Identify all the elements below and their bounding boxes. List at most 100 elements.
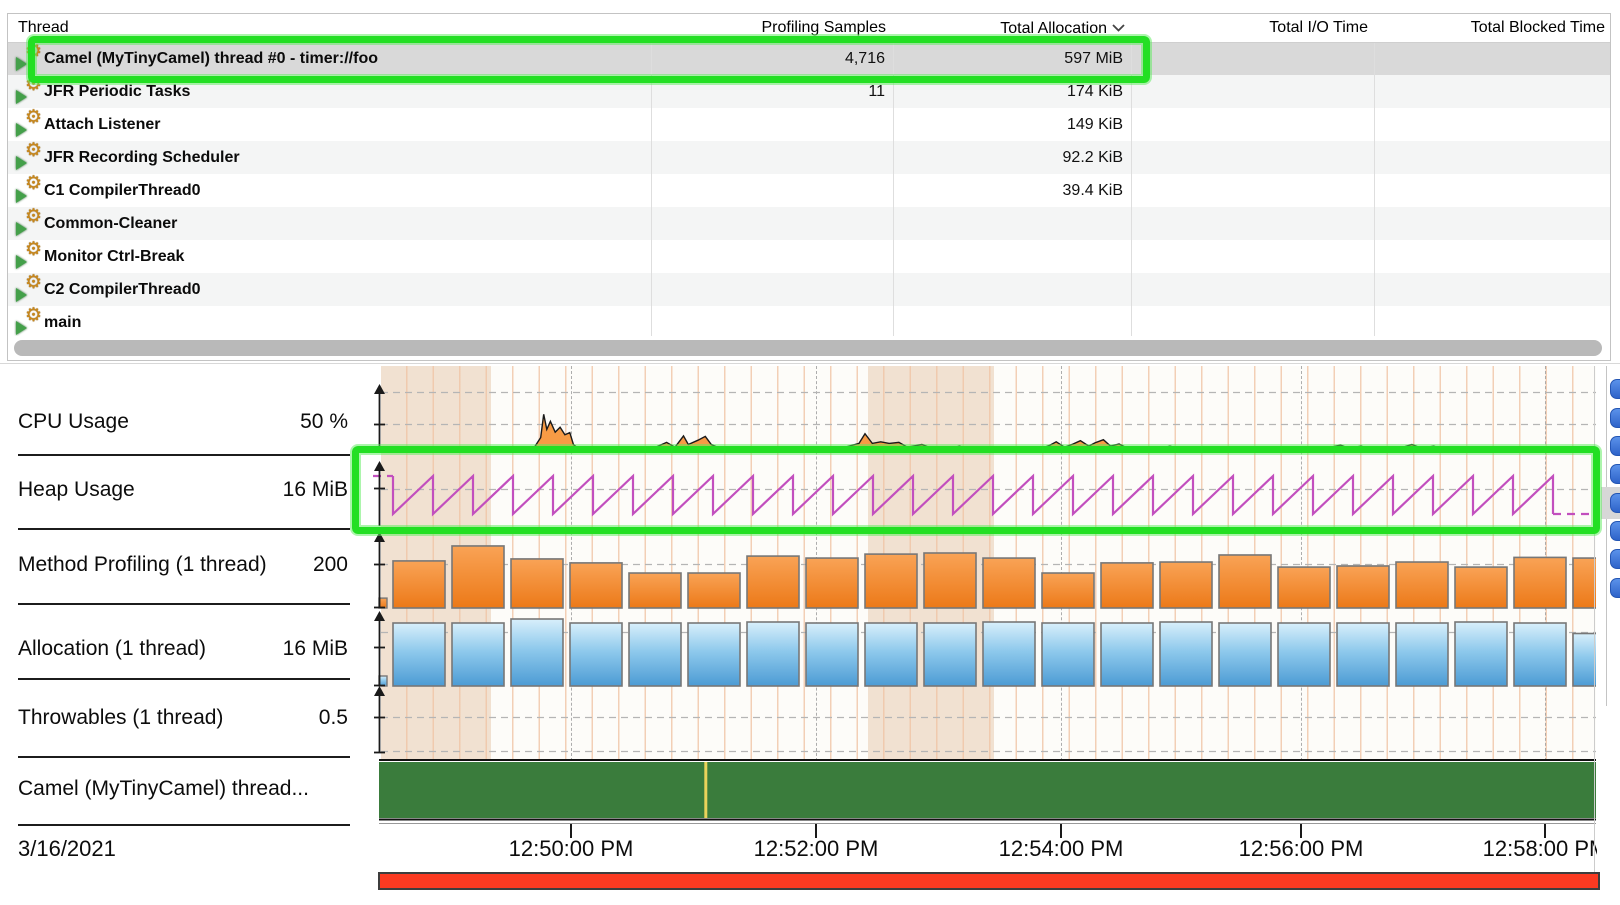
allocation-bar [1101,623,1153,686]
annotation-selected-thread-row [28,36,1150,83]
chart-label-throwables[interactable]: Throwables (1 thread) 0.5 [18,703,348,733]
thread-name: C1 CompilerThread0 [44,174,200,207]
thread-icon: ⚙ [16,112,44,138]
column-header-total-io-time[interactable]: Total I/O Time [1131,14,1374,42]
method-profiling-bar [393,561,445,608]
side-toolbar-button[interactable] [1610,379,1620,399]
method-profiling-bar [1219,555,1271,608]
chart-label-allocation[interactable]: Allocation (1 thread) 16 MiB [18,634,348,664]
axis-tick-label: 50 % [300,410,348,434]
chart-label-thread-lane[interactable]: Camel (MyTinyCamel) thread... [18,774,348,804]
method-profiling-bar [924,553,976,608]
thread-name: Monitor Ctrl-Break [44,240,184,273]
method-profiling-bar [1396,562,1448,608]
side-toolbar-button[interactable] [1610,436,1620,456]
table-row[interactable]: ⚙Attach Listener149 KiB [8,108,1610,141]
axis-tick-label: 16 MiB [283,637,348,661]
method-profiling-bar [1160,562,1212,608]
row-title: Camel (MyTinyCamel) thread... [18,777,309,801]
column-header-total-blocked-time[interactable]: Total Blocked Time [1374,14,1610,42]
chart-label-method-profiling[interactable]: Method Profiling (1 thread)200 [18,550,348,580]
allocation-bar [1396,623,1448,686]
row-separator [18,528,350,530]
side-toolbar-button[interactable] [1610,521,1620,541]
table-horizontal-scrollbar-thumb[interactable] [14,340,1602,356]
allocation-bar [629,623,681,686]
table-row[interactable]: ⚙C1 CompilerThread0 39.4 KiB [8,174,1610,207]
row-separator [18,603,350,605]
gear-icon: ⚙ [25,240,42,259]
thread-icon: ⚙ [16,244,44,270]
timeline-range-slider[interactable] [378,872,1600,890]
row-title: Heap Usage [18,478,135,502]
allocation-bar [865,623,917,686]
method-profiling-bar [1278,567,1330,608]
play-triangle-icon [16,255,27,269]
axis-tick-label: 0.5 [319,706,348,730]
side-toolbar-button[interactable] [1610,578,1620,598]
allocation-bar [570,623,622,686]
row-title: Allocation (1 thread) [18,637,206,661]
table-horizontal-scrollbar[interactable] [9,336,1609,359]
allocation-bar [1219,623,1271,686]
table-row[interactable]: ⚙Common-Cleaner [8,207,1610,240]
allocation-bar [1042,623,1094,686]
play-triangle-icon [16,156,27,170]
table-row[interactable]: ⚙main [8,306,1610,339]
side-toolbar-button[interactable] [1610,408,1620,428]
row-title: CPU Usage [18,410,129,434]
thread-icon: ⚙ [16,277,44,303]
thread-icon: ⚙ [16,310,44,336]
row-title: Method Profiling (1 thread) [18,553,267,577]
play-triangle-icon [16,123,27,137]
method-profiling-bar [629,573,681,608]
method-profiling-bar [1573,558,1596,608]
gear-icon: ⚙ [25,207,42,226]
thread-icon: ⚙ [16,145,44,171]
play-triangle-icon [16,189,27,203]
thread-icon: ⚙ [16,211,44,237]
side-toolbar-button[interactable] [1610,464,1620,484]
allocation-bar [747,622,799,686]
cell-total-allocation: 39.4 KiB [893,174,1131,207]
side-toolbar-border [1606,366,1607,706]
cell-total-allocation: 149 KiB [893,108,1131,141]
gear-icon: ⚙ [25,141,42,160]
play-triangle-icon [16,90,27,104]
cell-total-allocation: 92.2 KiB [893,141,1131,174]
side-toolbar-button[interactable] [1610,493,1620,513]
table-row[interactable]: ⚙JFR Recording Scheduler 92.2 KiB [8,141,1610,174]
y-axis-arrow [374,686,385,696]
chart-label-heap-usage[interactable]: Heap Usage16 MiB [18,475,348,505]
allocation-bar [1514,623,1566,686]
method-profiling-bar [452,546,504,608]
play-triangle-icon [16,57,27,71]
play-triangle-icon [16,222,27,236]
allocation-bar [983,622,1035,686]
y-axis-arrow [374,384,385,394]
row-title: Throwables (1 thread) [18,706,223,730]
method-profiling-bar [1337,566,1389,608]
chart-label-cpu-usage[interactable]: CPU Usage 50 % [18,407,348,437]
gear-icon: ⚙ [25,306,42,325]
allocation-bar [924,623,976,686]
thread-icon: ⚙ [16,178,44,204]
method-profiling-bar [1101,563,1153,608]
date-label: 3/16/2021 [18,835,116,863]
play-triangle-icon [16,321,27,335]
row-separator [18,756,350,758]
table-row[interactable]: ⚙Monitor Ctrl-Break [8,240,1610,273]
allocation-bar [806,623,858,686]
timeline-panel: CPU Usage50 %Heap Usage16 MiBMethod Prof… [0,363,1620,904]
method-profiling-bar [806,558,858,608]
y-axis-arrow [374,611,385,621]
allocation-bar [1573,634,1596,687]
method-profiling-bar [747,556,799,608]
table-row[interactable]: ⚙C2 CompilerThread0 [8,273,1610,306]
lane-event-marker [704,762,707,818]
thread-name: JFR Recording Scheduler [44,141,240,174]
play-triangle-icon [16,288,27,302]
row-separator [18,454,350,456]
side-toolbar-button[interactable] [1610,549,1620,569]
plot-right-border [1594,366,1595,872]
